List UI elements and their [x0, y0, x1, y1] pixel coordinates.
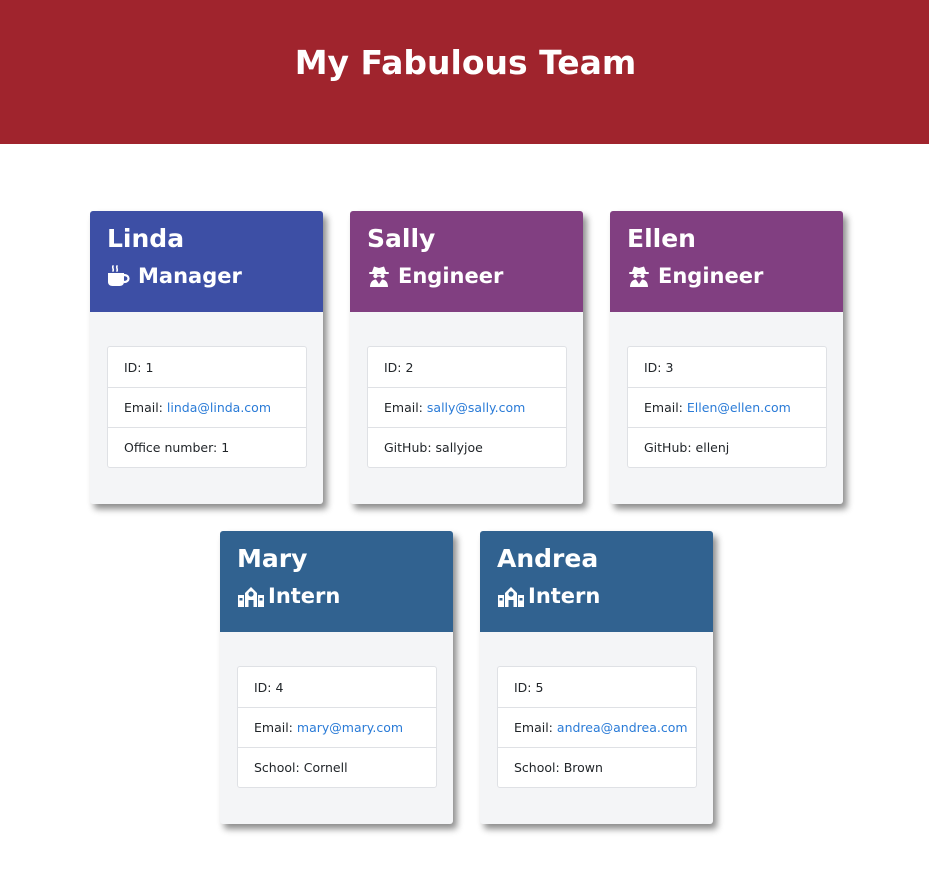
- school-value: Brown: [563, 760, 603, 775]
- role-label: Intern: [268, 584, 341, 608]
- role-label: Engineer: [398, 264, 504, 288]
- list-item-email: Email: Ellen@ellen.com: [628, 387, 826, 427]
- email-link[interactable]: mary@mary.com: [297, 720, 403, 735]
- info-list: ID: 2 Email: sally@sally.com GitHub: sal…: [367, 346, 567, 468]
- email-label: Email:: [384, 400, 423, 415]
- role-label: Engineer: [658, 264, 764, 288]
- employee-role: Manager: [107, 263, 323, 289]
- office-number-label: Office number:: [124, 440, 218, 455]
- card-body: ID: 3 Email: Ellen@ellen.com GitHub: ell…: [610, 312, 843, 468]
- school-label: School:: [254, 760, 300, 775]
- employee-name: Linda: [107, 224, 185, 253]
- list-item-email: Email: sally@sally.com: [368, 387, 566, 427]
- id-label: ID:: [254, 679, 272, 695]
- list-item-id: ID: 5: [498, 667, 696, 707]
- id-label: ID:: [124, 359, 142, 375]
- email-link[interactable]: linda@linda.com: [167, 400, 271, 415]
- list-item-email: Email: linda@linda.com: [108, 387, 306, 427]
- employee-name: Andrea: [497, 544, 599, 573]
- role-label: Manager: [138, 264, 242, 288]
- list-item-school: School: Cornell: [238, 747, 436, 787]
- list-item-office-number: Office number: 1: [108, 427, 306, 467]
- school-icon: [497, 585, 524, 607]
- list-item-github: GitHub: sallyjoe: [368, 427, 566, 467]
- info-list: ID: 5 Email: andrea@andrea.com School: B…: [497, 666, 697, 788]
- employee-card-linda: Linda Manager ID: 1 Email: linda@linda.c…: [90, 211, 323, 504]
- employee-name: Mary: [237, 544, 308, 573]
- email-label: Email:: [254, 720, 293, 735]
- school-icon: [237, 585, 264, 607]
- card-body: ID: 5 Email: andrea@andrea.com School: B…: [480, 632, 713, 788]
- card-body: ID: 2 Email: sally@sally.com GitHub: sal…: [350, 312, 583, 468]
- card-body: ID: 4 Email: mary@mary.com School: Corne…: [220, 632, 453, 788]
- github-label: GitHub:: [644, 440, 692, 455]
- employee-card-mary: Mary Intern ID: 4 Email: mary@mary.com S…: [220, 531, 453, 824]
- employee-role: Engineer: [627, 263, 843, 289]
- id-value: 1: [145, 359, 154, 375]
- user-secret-icon: [627, 265, 651, 287]
- coffee-icon: [107, 265, 131, 287]
- office-number-value: 1: [221, 440, 230, 455]
- team-container: Linda Manager ID: 1 Email: linda@linda.c…: [0, 144, 929, 875]
- user-secret-icon: [367, 265, 391, 287]
- info-list: ID: 1 Email: linda@linda.com Office numb…: [107, 346, 307, 468]
- card-header: Ellen Engineer: [610, 211, 843, 312]
- id-value: 4: [275, 679, 284, 695]
- id-label: ID:: [514, 679, 532, 695]
- page-header: My Fabulous Team: [0, 0, 929, 144]
- employee-name: Sally: [367, 224, 436, 253]
- school-value: Cornell: [303, 760, 348, 775]
- employee-role: Engineer: [367, 263, 583, 289]
- employee-name: Ellen: [627, 224, 696, 253]
- card-header: Mary Intern: [220, 531, 453, 632]
- email-label: Email:: [644, 400, 683, 415]
- card-body: ID: 1 Email: linda@linda.com Office numb…: [90, 312, 323, 468]
- employee-role: Intern: [237, 583, 453, 609]
- email-label: Email:: [514, 720, 553, 735]
- id-label: ID:: [644, 359, 662, 375]
- card-header: Linda Manager: [90, 211, 323, 312]
- email-link[interactable]: sally@sally.com: [427, 400, 525, 415]
- github-value: sallyjoe: [435, 440, 483, 455]
- page-title: My Fabulous Team: [294, 42, 637, 82]
- list-item-email: Email: mary@mary.com: [238, 707, 436, 747]
- role-label: Intern: [528, 584, 601, 608]
- list-item-id: ID: 3: [628, 347, 826, 387]
- list-item-github: GitHub: ellenj: [628, 427, 826, 467]
- list-item-school: School: Brown: [498, 747, 696, 787]
- employee-card-sally: Sally Engineer ID: 2 Email: sally@sally.…: [350, 211, 583, 504]
- list-item-id: ID: 4: [238, 667, 436, 707]
- school-label: School:: [514, 760, 560, 775]
- id-value: 5: [535, 679, 544, 695]
- github-label: GitHub:: [384, 440, 432, 455]
- employee-card-andrea: Andrea Intern ID: 5 Email: andrea@andrea…: [480, 531, 713, 824]
- id-value: 2: [405, 359, 414, 375]
- email-link[interactable]: andrea@andrea.com: [557, 720, 688, 735]
- id-label: ID:: [384, 359, 402, 375]
- card-header: Sally Engineer: [350, 211, 583, 312]
- info-list: ID: 4 Email: mary@mary.com School: Corne…: [237, 666, 437, 788]
- employee-card-ellen: Ellen Engineer ID: 3 Email: Ellen@ellen.…: [610, 211, 843, 504]
- github-value: ellenj: [695, 440, 730, 455]
- info-list: ID: 3 Email: Ellen@ellen.com GitHub: ell…: [627, 346, 827, 468]
- email-link[interactable]: Ellen@ellen.com: [687, 400, 791, 415]
- card-header: Andrea Intern: [480, 531, 713, 632]
- id-value: 3: [665, 359, 674, 375]
- list-item-id: ID: 1: [108, 347, 306, 387]
- list-item-email: Email: andrea@andrea.com: [498, 707, 696, 747]
- email-label: Email:: [124, 400, 163, 415]
- list-item-id: ID: 2: [368, 347, 566, 387]
- employee-role: Intern: [497, 583, 713, 609]
